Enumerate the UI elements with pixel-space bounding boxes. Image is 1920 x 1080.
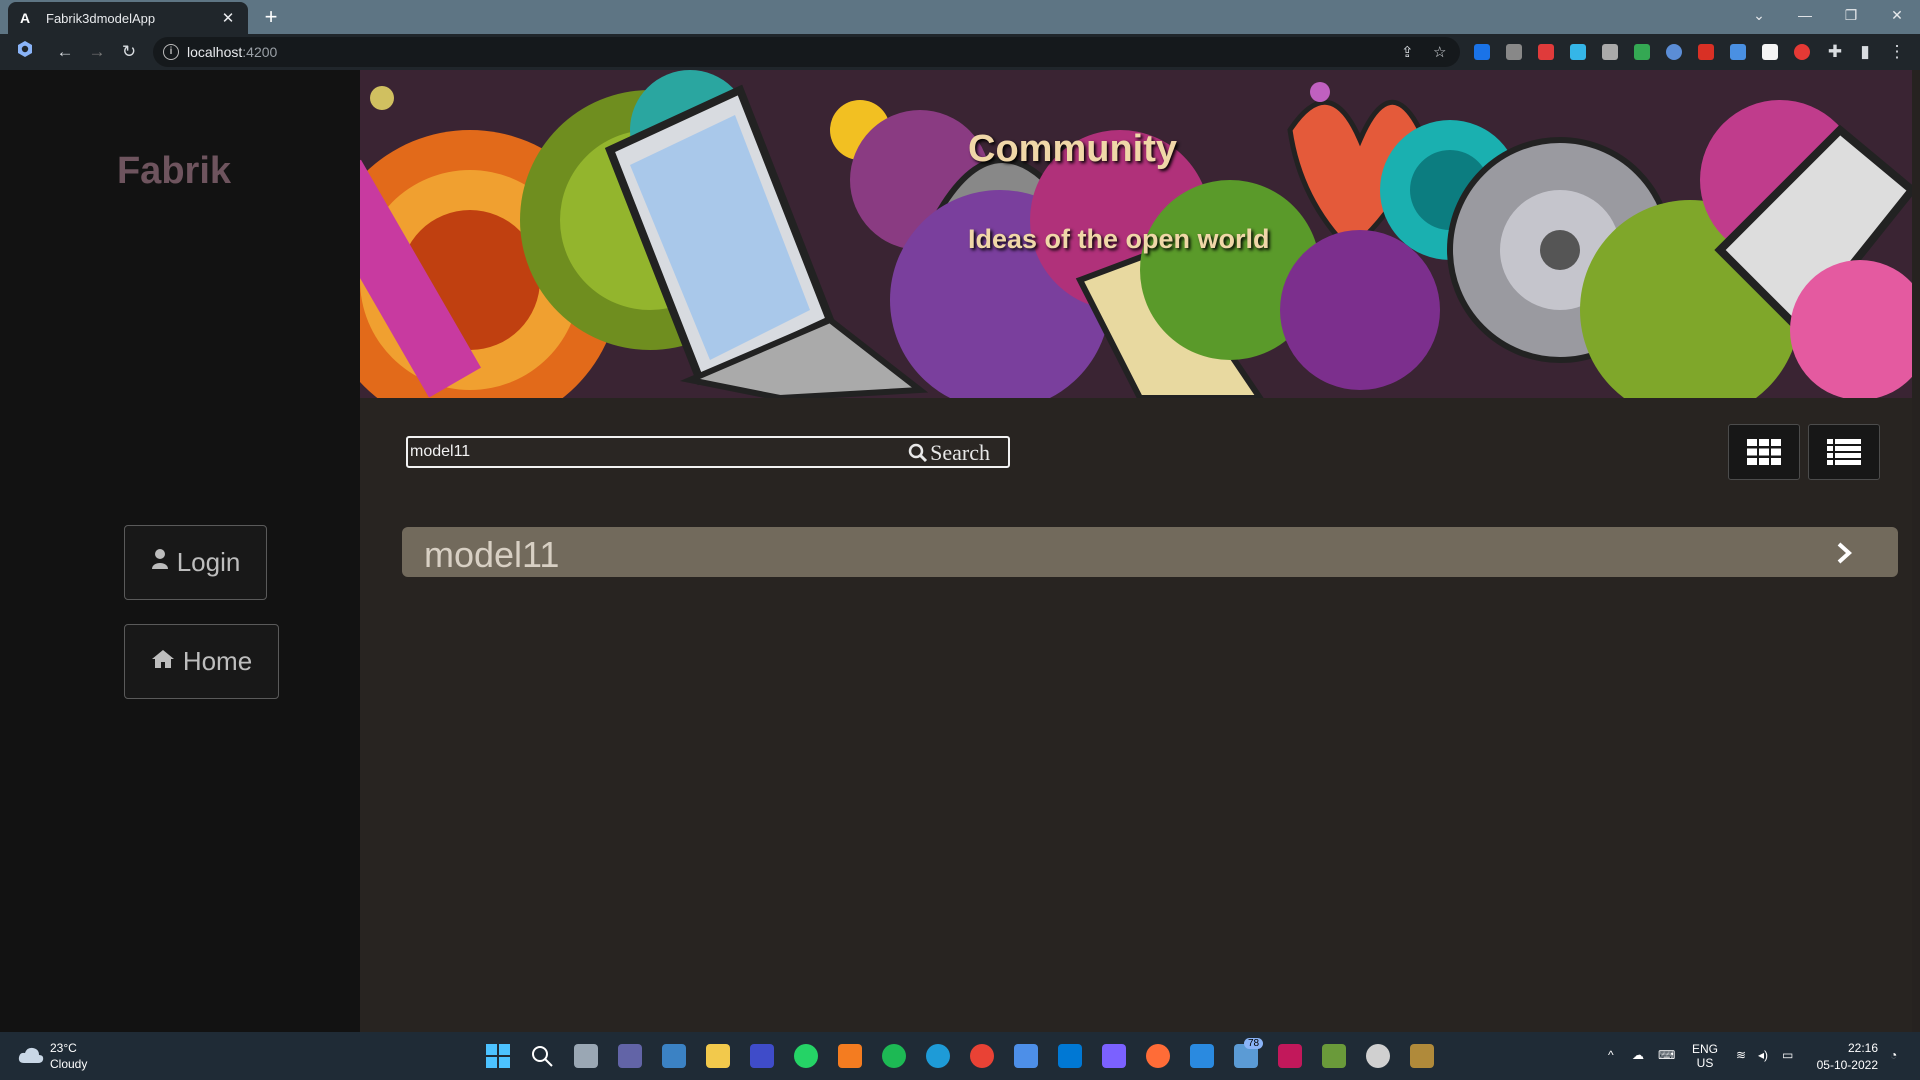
- grid-icon: [1747, 439, 1781, 465]
- list-view-button[interactable]: [1808, 424, 1880, 480]
- volume-icon[interactable]: ◂): [1758, 1048, 1768, 1062]
- wifi-icon[interactable]: ≋: [1736, 1048, 1746, 1062]
- browser-toolbar: ← → ↻ i localhost:4200 ⇪ ☆ ✚ ▮ ⋮: [0, 34, 1920, 70]
- notepad-icon[interactable]: [1322, 1044, 1346, 1068]
- close-window-button[interactable]: ✕: [1874, 0, 1920, 30]
- weather-temperature: 23°C: [50, 1041, 77, 1055]
- extension-b-icon[interactable]: [1762, 44, 1778, 60]
- battery-icon[interactable]: ▭: [1782, 1048, 1793, 1062]
- chrome-icon[interactable]: [970, 1044, 994, 1068]
- banner-title: Community: [968, 128, 1177, 170]
- close-tab-icon[interactable]: ✕: [218, 9, 238, 27]
- whatsapp-icon[interactable]: [794, 1044, 818, 1068]
- cloud-icon[interactable]: [18, 1046, 44, 1069]
- search-input[interactable]: [410, 440, 890, 464]
- paint-icon[interactable]: [1410, 1044, 1434, 1068]
- search-icon: [908, 443, 928, 463]
- reload-button[interactable]: ↻: [116, 40, 142, 64]
- extension-incognito-icon[interactable]: [1506, 44, 1522, 60]
- extension-shield-icon[interactable]: [1666, 44, 1682, 60]
- todo-icon[interactable]: [1190, 1044, 1214, 1068]
- brand-title: Fabrik: [116, 150, 232, 192]
- vscode-icon[interactable]: [1058, 1044, 1082, 1068]
- browser-tab[interactable]: A Fabrik3dmodelApp ✕: [8, 2, 248, 34]
- system-clock[interactable]: 22:16 05-10-2022: [1808, 1041, 1878, 1072]
- visual-studio-icon[interactable]: [750, 1044, 774, 1068]
- restore-button[interactable]: ❐: [1828, 0, 1874, 30]
- home-button[interactable]: Home: [124, 624, 279, 699]
- login-label: Login: [176, 547, 241, 577]
- result-label: model11: [424, 534, 560, 575]
- davinci-icon[interactable]: [1278, 1044, 1302, 1068]
- login-button[interactable]: Login: [124, 525, 267, 600]
- clock-app-icon[interactable]: [1366, 1044, 1390, 1068]
- keyboard-icon[interactable]: ⌨: [1658, 1048, 1675, 1062]
- search-button-label: Search: [930, 440, 990, 465]
- bookmark-star-icon[interactable]: ☆: [1433, 43, 1446, 61]
- community-banner: Community Ideas of the open world: [360, 70, 1912, 398]
- extensions-puzzle-icon[interactable]: ✚: [1822, 40, 1848, 64]
- extension-meet-icon[interactable]: [1474, 44, 1490, 60]
- notifications-icon[interactable]: ◔: [1890, 1048, 1897, 1062]
- extension-drive-icon[interactable]: [1634, 44, 1650, 60]
- windows-taskbar: 23°C Cloudy 78 ^ ☁ ⌨ ENG US ≋ ◂) ▭ 22:16…: [0, 1032, 1920, 1080]
- language-indicator[interactable]: ENG US: [1692, 1042, 1718, 1070]
- task-view-icon[interactable]: [574, 1044, 598, 1068]
- grid-view-button[interactable]: [1728, 424, 1800, 480]
- chrome-profile-active-icon[interactable]: [1014, 1044, 1038, 1068]
- new-tab-button[interactable]: +: [258, 4, 284, 30]
- back-button[interactable]: ←: [52, 40, 78, 64]
- extension-blue-icon[interactable]: [1570, 44, 1586, 60]
- extension-puzzle-blue-icon[interactable]: [1730, 44, 1746, 60]
- tray-chevron-icon[interactable]: ^: [1608, 1048, 1614, 1062]
- browser-tabstrip: A Fabrik3dmodelApp ✕ + ⌄ — ❐ ✕: [0, 0, 1920, 34]
- onedrive-icon[interactable]: ☁: [1632, 1048, 1644, 1062]
- result-row-model11[interactable]: model11: [402, 527, 1898, 577]
- chevron-right-icon[interactable]: [1836, 541, 1852, 570]
- home-label: Home: [182, 646, 253, 676]
- xampp-icon[interactable]: [838, 1044, 862, 1068]
- windows-start-icon[interactable]: [486, 1044, 510, 1068]
- forward-button[interactable]: →: [84, 40, 110, 64]
- home-icon: [151, 648, 175, 676]
- postman-icon[interactable]: [1146, 1044, 1170, 1068]
- file-explorer-icon[interactable]: [706, 1044, 730, 1068]
- extension-red-icon[interactable]: [1538, 44, 1554, 60]
- profile-icon[interactable]: [12, 40, 38, 64]
- search-taskbar-icon[interactable]: [530, 1044, 554, 1068]
- url-text: localhost:4200: [187, 44, 278, 60]
- tab-search-chevron-icon[interactable]: ⌄: [1736, 0, 1782, 30]
- search-button[interactable]: Search: [908, 440, 990, 466]
- sidebar: Fabrik Login Home: [0, 70, 360, 1032]
- store-icon[interactable]: [662, 1044, 686, 1068]
- user-icon: [151, 548, 169, 577]
- git-client-icon[interactable]: [1102, 1044, 1126, 1068]
- address-bar[interactable]: i localhost:4200 ⇪ ☆: [153, 37, 1460, 67]
- main-content: Community Ideas of the open world Search…: [360, 70, 1912, 1032]
- edge-icon[interactable]: [926, 1044, 950, 1068]
- extension-gray-icon[interactable]: [1602, 44, 1618, 60]
- share-icon[interactable]: ⇪: [1401, 43, 1414, 61]
- angular-favicon-icon: A: [20, 10, 31, 26]
- menu-kebab-icon[interactable]: ⋮: [1884, 40, 1910, 64]
- search-box: Search: [406, 436, 1010, 468]
- extension-drop-icon[interactable]: [1794, 44, 1810, 60]
- notification-badge: 78: [1244, 1038, 1264, 1049]
- list-icon: [1827, 439, 1861, 465]
- site-info-icon[interactable]: i: [163, 44, 179, 60]
- banner-subtitle: Ideas of the open world: [968, 224, 1270, 254]
- teams-chat-icon[interactable]: [618, 1044, 642, 1068]
- spotify-icon[interactable]: [882, 1044, 906, 1068]
- minimize-button[interactable]: —: [1782, 0, 1828, 30]
- weather-description: Cloudy: [50, 1057, 88, 1071]
- tab-title: Fabrik3dmodelApp: [46, 10, 156, 26]
- side-panel-icon[interactable]: ▮: [1852, 40, 1878, 64]
- extension-book-icon[interactable]: [1698, 44, 1714, 60]
